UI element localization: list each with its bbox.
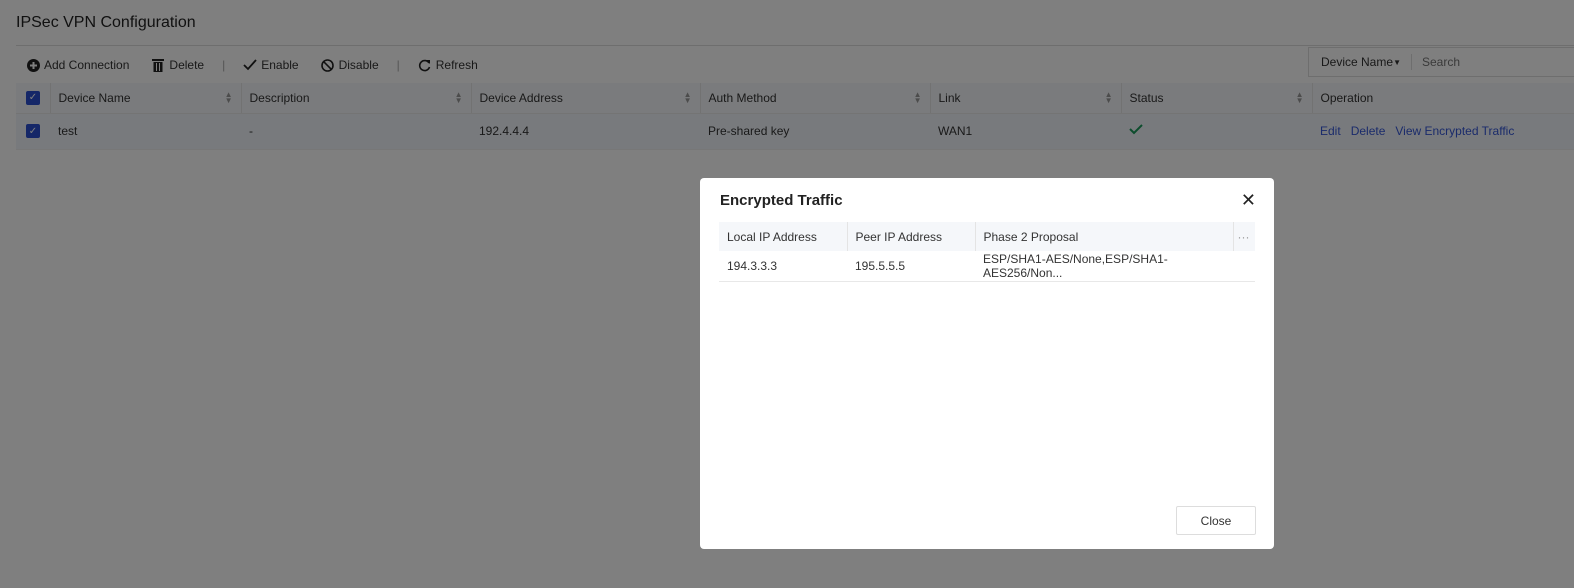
cell-peer-ip: 195.5.5.5 bbox=[847, 251, 975, 282]
table-row: 194.3.3.3 195.5.5.5 ESP/SHA1-AES/None,ES… bbox=[719, 251, 1255, 282]
table-header: Local IP Address Peer IP Address Phase 2… bbox=[719, 222, 1255, 251]
col-peer-ip: Peer IP Address bbox=[846, 222, 975, 251]
close-icon[interactable]: ✕ bbox=[1241, 190, 1256, 211]
column-settings-icon[interactable]: ··· bbox=[1232, 222, 1255, 251]
cell-local-ip: 194.3.3.3 bbox=[719, 251, 847, 282]
dialog-title: Encrypted Traffic bbox=[720, 192, 843, 209]
close-button[interactable]: Close bbox=[1176, 506, 1256, 535]
cell-phase2-proposal: ESP/SHA1-AES/None,ESP/SHA1-AES256/Non... bbox=[975, 251, 1233, 282]
encrypted-traffic-dialog: Encrypted Traffic ✕ Local IP Address Pee… bbox=[700, 178, 1274, 549]
cell-empty bbox=[1233, 251, 1255, 282]
encrypted-traffic-table: Local IP Address Peer IP Address Phase 2… bbox=[719, 222, 1255, 282]
col-local-ip: Local IP Address bbox=[719, 222, 847, 251]
col-phase2-proposal: Phase 2 Proposal bbox=[974, 222, 1233, 251]
